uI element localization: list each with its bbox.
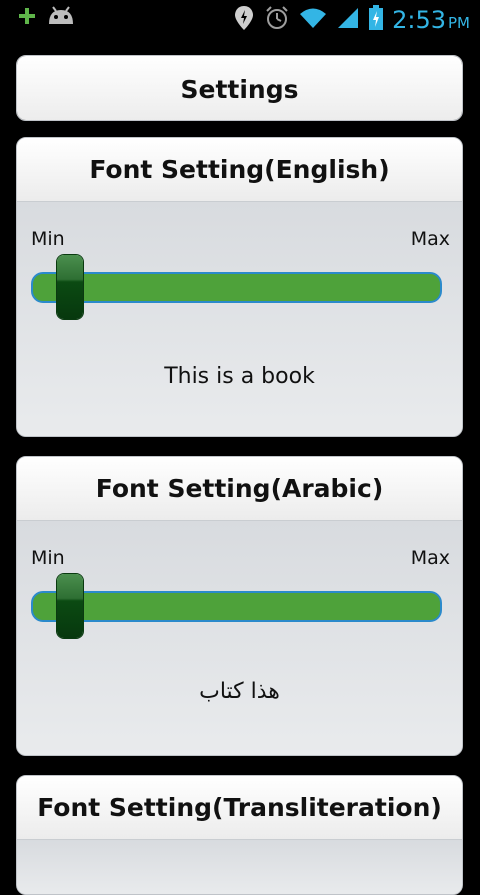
clock-ampm: PM	[448, 14, 470, 32]
wifi-icon	[298, 6, 328, 34]
alarm-icon	[264, 5, 290, 35]
signal-icon	[336, 6, 360, 34]
clock-time: 2:53	[392, 6, 446, 34]
arabic-slider-thumb[interactable]	[57, 574, 83, 638]
english-sample-text: This is a book	[164, 364, 315, 389]
arabic-font-title: Font Setting(Arabic)	[17, 457, 462, 521]
android-debug-icon	[46, 6, 76, 30]
arabic-font-panel: Font Setting(Arabic) Min Max هذا كتاب	[16, 456, 463, 756]
arabic-max-label: Max	[410, 547, 450, 569]
arabic-sample-text: هذا كتاب	[199, 679, 280, 704]
transliteration-font-body	[17, 840, 462, 894]
english-font-title: Font Setting(English)	[17, 138, 462, 202]
english-slider-thumb[interactable]	[57, 255, 83, 319]
location-icon	[232, 4, 256, 36]
english-font-body: Min Max This is a book	[17, 202, 462, 436]
status-bar: 2:53 PM	[0, 0, 480, 38]
english-max-label: Max	[410, 228, 450, 250]
english-min-label: Min	[31, 228, 65, 250]
transliteration-font-panel: Font Setting(Transliteration)	[16, 775, 463, 895]
battery-charging-icon	[368, 5, 384, 35]
english-font-slider[interactable]	[31, 272, 442, 303]
arabic-font-slider[interactable]	[31, 591, 442, 622]
arabic-font-body: Min Max هذا كتاب	[17, 521, 462, 755]
english-font-panel: Font Setting(English) Min Max This is a …	[16, 137, 463, 437]
title-panel: Settings	[16, 55, 463, 121]
arabic-min-label: Min	[31, 547, 65, 569]
page-title: Settings	[17, 56, 462, 120]
transliteration-font-title: Font Setting(Transliteration)	[17, 776, 462, 840]
clock: 2:53 PM	[392, 6, 470, 34]
plus-icon	[18, 7, 36, 29]
